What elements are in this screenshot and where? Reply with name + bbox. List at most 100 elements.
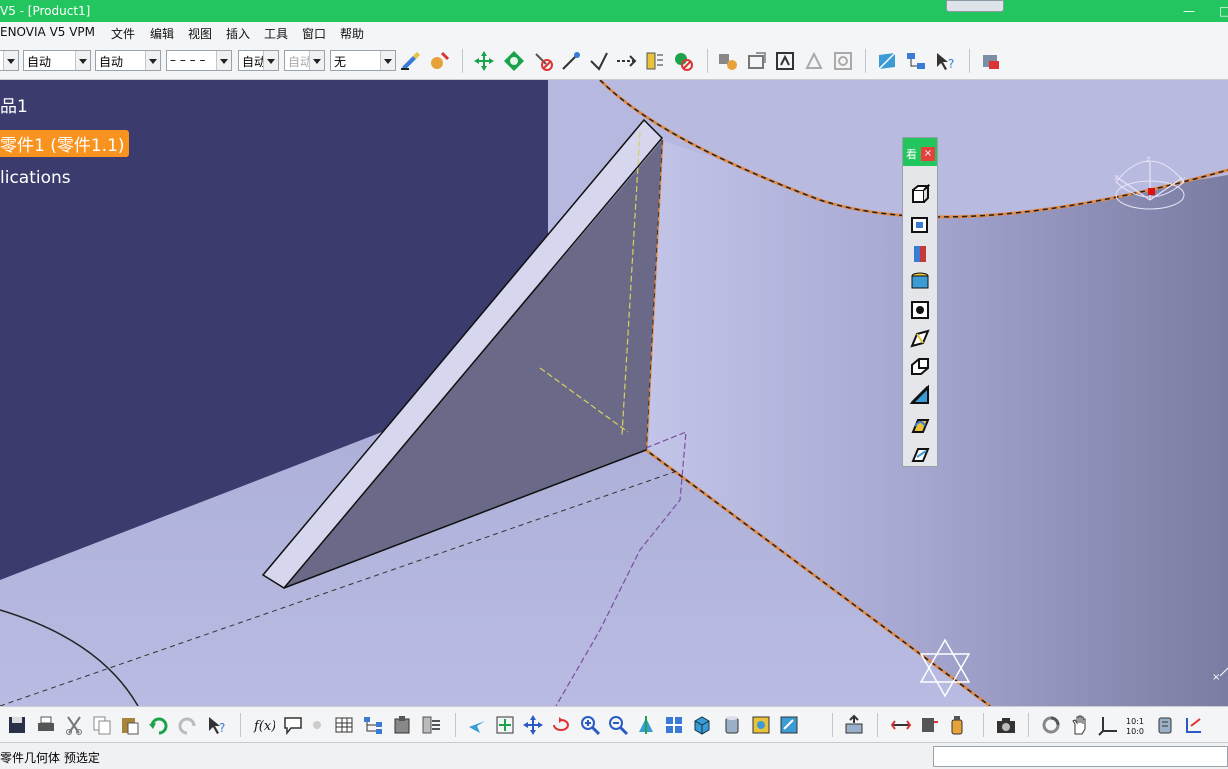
menu-tools[interactable]: 工具 [264, 25, 288, 42]
scale-icon[interactable]: 10:110:0 [1125, 714, 1147, 736]
menu-bar: ENOVIA V5 VPM 文件 编辑 视图 插入 工具 窗口 帮助 [0, 22, 1228, 44]
capture-icon[interactable] [995, 714, 1017, 736]
menu-file[interactable]: 文件 [111, 25, 135, 42]
catalog-icon[interactable] [391, 714, 413, 736]
structure-icon[interactable] [362, 714, 384, 736]
fly-mode-icon[interactable] [466, 714, 488, 736]
menu-edit[interactable]: 编辑 [150, 25, 174, 42]
rendering-style-combo[interactable]: 自动 [284, 50, 325, 71]
offset-constraint-icon[interactable] [615, 50, 637, 72]
multi-section-solid-icon[interactable] [909, 414, 931, 436]
coincidence-constraint-icon[interactable] [560, 50, 582, 72]
3d-viewport[interactable]: z x y × 品1 零件1 (零件1.1) lications 看 × [0, 80, 1228, 706]
axis-system-icon[interactable] [1097, 714, 1119, 736]
cut-icon[interactable] [63, 714, 85, 736]
tree-part-selected[interactable]: 零件1 (零件1.1) [0, 130, 129, 157]
hand-icon[interactable] [1069, 714, 1091, 736]
point-type-combo[interactable]: 自动 [238, 50, 279, 71]
svg-text:f(x): f(x) [253, 719, 275, 734]
standard-toolbar: ? f(x) 10:1 10:0 [0, 706, 1228, 743]
rib-icon[interactable] [909, 328, 931, 350]
product-structure-icon[interactable] [905, 50, 927, 72]
menu-view[interactable]: 视图 [188, 25, 212, 42]
swap-visible-space-icon[interactable] [778, 714, 800, 736]
measure-between-icon[interactable] [890, 714, 912, 736]
shaft-icon[interactable] [909, 243, 931, 265]
formula-icon[interactable]: f(x) [253, 714, 275, 736]
print-icon[interactable] [35, 714, 57, 736]
orbit-icon[interactable] [1040, 714, 1062, 736]
fill-color-combo[interactable] [0, 50, 19, 71]
menu-insert[interactable]: 插入 [226, 25, 250, 42]
knowledge-icon[interactable] [306, 714, 328, 736]
groove-icon[interactable] [909, 271, 931, 293]
iso-view-icon[interactable] [691, 714, 713, 736]
zoom-in-icon[interactable] [579, 714, 601, 736]
layer-combo[interactable]: 无 [330, 50, 396, 71]
tree-root-product[interactable]: 品1 [0, 92, 28, 117]
fix-component-icon[interactable] [672, 50, 694, 72]
menu-enovia[interactable]: ENOVIA V5 VPM [0, 25, 95, 39]
minimize-icon[interactable]: — [1183, 4, 1195, 18]
smart-move-icon[interactable] [532, 50, 554, 72]
hide-show-icon[interactable] [717, 50, 739, 72]
snap-icon[interactable] [503, 50, 525, 72]
command-input[interactable] [933, 746, 1228, 767]
slot-icon[interactable] [909, 356, 931, 378]
fit-all-icon[interactable] [494, 714, 516, 736]
swap-space-icon[interactable] [746, 50, 768, 72]
angle-constraint-icon[interactable] [643, 50, 665, 72]
redo-icon[interactable] [177, 714, 199, 736]
line-type-combo[interactable]: – – – – [166, 50, 232, 71]
move-compass-icon[interactable] [473, 50, 495, 72]
paste-icon[interactable] [119, 714, 141, 736]
measure-item-icon[interactable] [918, 714, 940, 736]
multi-view-icon[interactable] [663, 714, 685, 736]
menu-window[interactable]: 窗口 [302, 25, 326, 42]
close-icon[interactable]: × [921, 147, 935, 161]
copy-icon[interactable] [91, 714, 113, 736]
tree-applications[interactable]: lications [0, 168, 71, 188]
save-icon[interactable] [6, 714, 28, 736]
catalog-browser-icon[interactable] [876, 50, 898, 72]
stiffener-icon[interactable] [909, 384, 931, 406]
remove-multi-section-icon[interactable] [909, 443, 931, 465]
select-visible-icon[interactable] [774, 50, 796, 72]
toolbar-separator [462, 49, 463, 73]
line-thickness-combo[interactable]: 自动 [95, 50, 161, 71]
palette-header[interactable]: 看 × [903, 138, 937, 166]
apply-material-icon[interactable] [428, 50, 450, 72]
compass-reset-icon[interactable] [1183, 714, 1205, 736]
comment-icon[interactable] [282, 714, 304, 736]
hole-icon[interactable] [909, 299, 931, 321]
undo-icon[interactable] [147, 714, 169, 736]
3d-geometry: z x y × [0, 80, 1228, 706]
menu-help[interactable]: 帮助 [340, 25, 364, 42]
measure-inertia-icon[interactable] [946, 714, 968, 736]
shading-icon[interactable] [721, 714, 743, 736]
pad-icon[interactable] [909, 184, 931, 206]
contact-constraint-icon[interactable] [588, 50, 610, 72]
publication-icon[interactable] [420, 714, 442, 736]
design-table-icon[interactable] [333, 714, 355, 736]
rotate-icon[interactable] [550, 714, 572, 736]
pan-icon[interactable] [522, 714, 544, 736]
toolbar-grip-handle[interactable] [946, 0, 1004, 12]
hide-show-view-icon[interactable] [750, 714, 772, 736]
zoom-out-icon[interactable] [607, 714, 629, 736]
svg-text:z: z [1146, 155, 1151, 165]
workbench-icon[interactable] [980, 50, 1002, 72]
svg-text:x: x [1114, 173, 1120, 183]
normal-view-icon[interactable] [635, 714, 657, 736]
maximize-icon[interactable]: □ [1219, 4, 1228, 18]
parallel-view-icon[interactable] [1154, 714, 1176, 736]
status-bar: 零件几何体 预选定 [0, 742, 1228, 769]
painter-icon[interactable] [399, 50, 421, 72]
help-icon[interactable]: ? [206, 714, 228, 736]
flip-icon[interactable] [803, 50, 825, 72]
pocket-icon[interactable] [909, 214, 931, 236]
whats-this-icon[interactable]: ? [934, 50, 956, 72]
properties-icon[interactable] [832, 50, 854, 72]
update-icon[interactable] [843, 714, 865, 736]
transparency-combo[interactable]: 自动 [23, 50, 91, 71]
